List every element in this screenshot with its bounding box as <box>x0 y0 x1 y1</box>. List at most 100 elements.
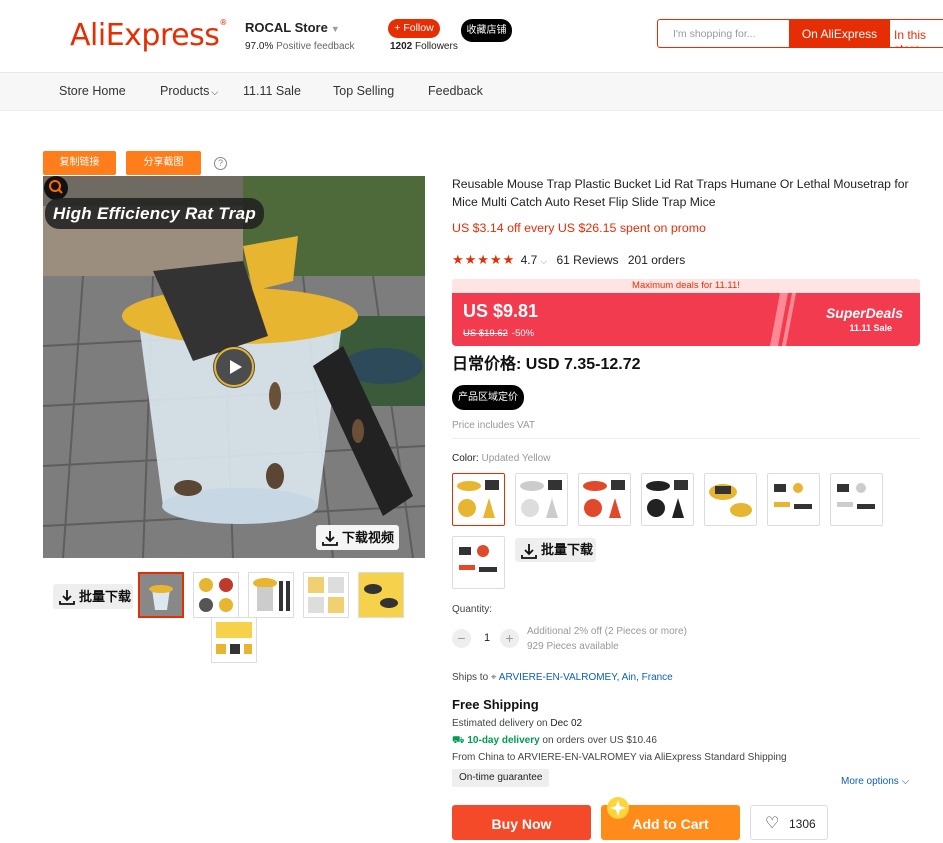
daily-price: 日常价格: USD 7.35-12.72 <box>452 356 641 373</box>
bulk-download-label: 批量下载 <box>79 589 132 604</box>
store-name[interactable]: ROCAL Store ▼ <box>245 20 340 35</box>
bulk-download-variants-button[interactable]: 批量下载 <box>515 538 596 562</box>
wishlist-button[interactable]: ♡ 1306 <box>750 805 828 840</box>
ten-day-condition: on orders over US $10.46 <box>542 735 657 746</box>
thumbnail-1[interactable] <box>138 572 184 618</box>
chevron-down-icon: ⌵ <box>901 776 910 787</box>
current-price: US $9.81 <box>463 301 539 321</box>
ships-to-label: Ships to <box>452 672 489 683</box>
aliexpress-logo[interactable]: AliExpress® <box>70 18 227 53</box>
color-swatch-black[interactable] <box>641 473 694 526</box>
color-swatch-yellow[interactable] <box>452 473 505 526</box>
rating-row: ★★★★★ 4.7 ⌵ 61 Reviews 201 orders <box>452 252 685 268</box>
quantity-label: Quantity: <box>452 604 493 615</box>
feedback-label: Positive feedback <box>276 41 355 52</box>
color-swatch-white-kit[interactable] <box>830 473 883 526</box>
quantity-increase-button[interactable]: + <box>500 629 519 648</box>
feedback-percent: 97.0% <box>245 41 274 52</box>
more-options-link[interactable]: More options ⌵ <box>841 776 909 787</box>
color-swatch-yellow-kit[interactable] <box>767 473 820 526</box>
free-shipping: Free Shipping <box>452 697 539 712</box>
location-pin-icon: ⌖ <box>490 672 497 683</box>
more-options-label: More options <box>841 776 899 787</box>
est-delivery-date: Dec 02 <box>550 718 583 729</box>
bulk-download-button[interactable]: 批量下载 <box>53 584 133 609</box>
color-swatch-red[interactable] <box>578 473 631 526</box>
nav-top-selling[interactable]: Top Selling <box>333 84 394 98</box>
followers-number: 1202 <box>390 41 413 52</box>
download-icon <box>58 588 76 614</box>
truck-icon: ⛟ <box>452 735 465 746</box>
color-swatch-red-kit[interactable] <box>452 536 505 589</box>
search-on-aliexpress-button[interactable]: On AliExpress <box>789 20 890 47</box>
followers-count: 1202 Followers <box>390 41 458 52</box>
wishlist-count: 1306 <box>789 817 816 831</box>
nav-products-label: Products <box>160 84 210 98</box>
search-bar: I'm shopping for... On AliExpress In thi… <box>657 19 943 48</box>
discount-badge: -50% <box>511 328 535 339</box>
color-swatch-yellow-set[interactable] <box>704 473 757 526</box>
download-video-button[interactable]: 下载视频 <box>316 525 399 550</box>
collect-store-button[interactable]: 收藏店铺 <box>461 19 512 42</box>
download-icon <box>520 542 538 568</box>
image-title-banner: High Efficiency Rat Trap <box>45 198 265 229</box>
thumbnail-6[interactable] <box>211 617 257 663</box>
estimated-delivery: Estimated delivery on Dec 02 <box>452 718 582 729</box>
follow-button[interactable]: + Follow <box>388 19 440 38</box>
copy-link-button[interactable]: 复制链接 <box>43 151 116 175</box>
ships-to-location-link[interactable]: ARVIERE-EN-VALROMEY, Ain, France <box>499 672 673 683</box>
heart-icon: ♡ <box>765 815 780 832</box>
rating-value: 4.7 <box>520 253 538 267</box>
promo-text[interactable]: US $3.14 off every US $26.15 spent on pr… <box>452 221 706 235</box>
on-time-guarantee-badge: On-time guarantee <box>452 769 550 787</box>
thumbnail-4[interactable] <box>303 572 349 618</box>
quantity-input[interactable]: 1 <box>484 632 490 644</box>
product-title: Reusable Mouse Trap Plastic Bucket Lid R… <box>452 177 909 209</box>
share-screenshot-button[interactable]: 分享截图 <box>126 151 201 175</box>
nav-feedback[interactable]: Feedback <box>428 84 483 98</box>
nav-products[interactable]: Products ⌵ <box>160 84 218 98</box>
ten-day-delivery: ⛟ 10-day delivery on orders over US $10.… <box>452 735 657 748</box>
color-swatch-white[interactable] <box>515 473 568 526</box>
orders-count: 201 orders <box>627 253 686 267</box>
star-rating-icon: ★★★★★ <box>452 252 516 267</box>
ships-to: Ships to ⌖ ARVIERE-EN-VALROMEY, Ain, Fra… <box>452 672 673 683</box>
logo-text: AliExpress <box>70 18 220 53</box>
region-pricing-button[interactable]: 产品区域定价 <box>452 385 524 410</box>
ten-day-label: 10-day delivery <box>467 735 540 746</box>
help-icon[interactable]: ? <box>214 157 227 170</box>
selected-color: Updated Yellow <box>481 453 551 464</box>
original-price: US $19.62 -50% <box>463 328 534 339</box>
reviews-link[interactable]: 61 Reviews <box>556 253 618 267</box>
shipping-route: From China to ARVIERE-EN-VALROMEY via Al… <box>452 752 787 763</box>
pieces-available: 929 Pieces available <box>527 641 619 652</box>
sale-label: 11.11 Sale <box>849 323 892 333</box>
thumbnail-2[interactable] <box>193 572 239 618</box>
nav-store-home[interactable]: Store Home <box>59 84 126 98</box>
download-icon <box>321 529 339 555</box>
est-delivery-label: Estimated delivery on <box>452 718 548 729</box>
old-price-value: US $19.62 <box>463 328 508 339</box>
store-feedback: 97.0% Positive feedback <box>245 41 355 52</box>
chevron-down-icon[interactable]: ⌵ <box>540 256 547 266</box>
search-in-store-button[interactable]: In this store <box>894 28 943 47</box>
play-video-icon[interactable] <box>213 346 255 388</box>
zoom-search-icon[interactable] <box>44 176 68 200</box>
additional-discount: Additional 2% off (2 Pieces or more) <box>527 626 687 637</box>
followers-label: Followers <box>415 41 458 52</box>
color-label-text: Color: <box>452 453 479 464</box>
color-label: Color: Updated Yellow <box>452 453 550 464</box>
store-name-text: ROCAL Store <box>245 20 328 35</box>
quantity-decrease-button[interactable]: − <box>452 629 471 648</box>
sparkle-icon <box>602 792 634 829</box>
chevron-down-icon: ▼ <box>330 24 340 34</box>
superdeals-label: SuperDeals <box>825 305 903 321</box>
thumbnail-5[interactable] <box>358 572 404 618</box>
thumbnail-3[interactable] <box>248 572 294 618</box>
bulk-download-label: 批量下载 <box>541 542 594 557</box>
search-input[interactable]: I'm shopping for... <box>673 28 756 40</box>
buy-now-button[interactable]: Buy Now <box>452 805 591 840</box>
max-deals-banner: Maximum deals for 11.11! <box>452 279 920 293</box>
nav-1111-sale[interactable]: 11.11 Sale <box>243 84 301 98</box>
chevron-down-icon: ⌵ <box>211 87 219 97</box>
